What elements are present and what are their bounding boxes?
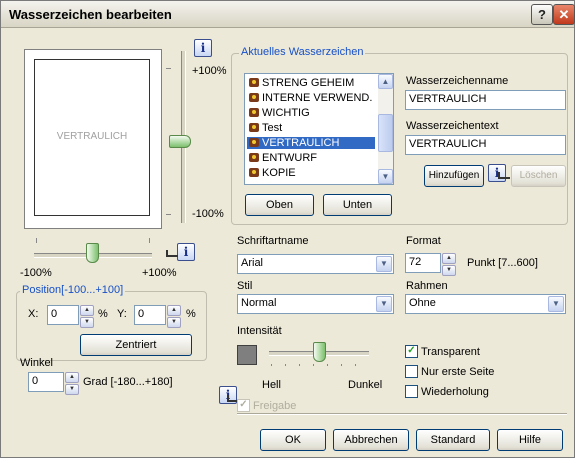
- font-size-spinner[interactable]: ▲ ▼: [442, 253, 456, 276]
- hslider-min-label: -100%: [20, 267, 52, 279]
- info-pointer-icon: [166, 250, 178, 257]
- help-button[interactable]: Hilfe: [497, 429, 563, 451]
- y-position-spinner[interactable]: ▲ ▼: [167, 305, 181, 328]
- angle-unit-label: Grad [-180...+180]: [83, 376, 173, 388]
- watermark-text-label: Wasserzeichentext: [406, 120, 499, 132]
- standard-button[interactable]: Standard: [416, 429, 490, 451]
- share-checkbox[interactable]: ✓: [237, 399, 250, 412]
- add-button[interactable]: Hinzufügen: [424, 165, 484, 187]
- font-size-input[interactable]: 72: [405, 253, 441, 273]
- ok-button[interactable]: OK: [260, 429, 326, 451]
- watermark-icon: [249, 93, 259, 102]
- hslider-max-label: +100%: [142, 267, 177, 279]
- window-title: Wasserzeichen bearbeiten: [9, 7, 172, 22]
- format-label: Format: [406, 235, 441, 247]
- preview-watermark-text: VERTRAULICH: [56, 131, 128, 142]
- cancel-button[interactable]: Abbrechen: [333, 429, 409, 451]
- x-label: X:: [28, 308, 39, 320]
- y-unit-label: %: [186, 308, 196, 320]
- intensity-swatch: [237, 345, 257, 365]
- share-label: Freigabe: [253, 400, 297, 412]
- delete-button[interactable]: Löschen: [511, 165, 566, 187]
- angle-input[interactable]: 0: [28, 372, 64, 392]
- position-legend: Position[-100...+100]: [20, 284, 126, 296]
- font-size-unit-label: Punkt [7...600]: [467, 257, 538, 269]
- watermark-icon: [249, 153, 259, 162]
- close-button[interactable]: ✕: [553, 4, 575, 25]
- x-position-input[interactable]: 0: [47, 305, 79, 325]
- font-label: Schriftartname: [237, 235, 309, 247]
- watermark-name-input[interactable]: VERTRAULICH: [405, 90, 566, 110]
- vslider-max-label: +100%: [192, 65, 227, 77]
- vslider-tick: [166, 68, 171, 69]
- list-item[interactable]: INTERNE VERWEND.: [247, 92, 375, 104]
- list-item[interactable]: ENTWURF: [247, 152, 375, 164]
- chevron-down-icon[interactable]: ▼: [376, 296, 392, 312]
- watermark-text-input[interactable]: VERTRAULICH: [405, 135, 566, 155]
- style-label: Stil: [237, 280, 253, 292]
- frame-label: Rahmen: [406, 280, 448, 292]
- move-up-button[interactable]: Oben: [245, 194, 314, 216]
- y-label: Y:: [117, 308, 127, 320]
- watermark-list[interactable]: STRENG GEHEIM INTERNE VERWEND. WICHTIG T…: [244, 73, 394, 185]
- intensity-slider-thumb[interactable]: [313, 342, 326, 362]
- transparent-label: Transparent: [421, 346, 480, 358]
- repeat-label: Wiederholung: [421, 386, 489, 398]
- horizontal-slider-thumb[interactable]: [86, 243, 99, 263]
- list-item[interactable]: Test: [247, 122, 375, 134]
- intensity-label: Intensität: [237, 325, 282, 337]
- watermark-name-label: Wasserzeichenname: [406, 75, 509, 87]
- transparent-checkbox[interactable]: ✓: [405, 345, 418, 358]
- font-select[interactable]: Arial ▼: [237, 254, 394, 274]
- move-down-button[interactable]: Unten: [323, 194, 392, 216]
- vslider-min-label: -100%: [192, 208, 224, 220]
- hslider-tick: [36, 238, 37, 243]
- watermark-icon: [249, 168, 259, 177]
- info-icon-horizontal[interactable]: i: [177, 243, 195, 261]
- title-bar: Wasserzeichen bearbeiten ? ✕: [1, 1, 575, 28]
- current-watermark-legend: Aktuelles Wasserzeichen: [239, 46, 366, 58]
- vslider-tick: [166, 214, 171, 215]
- style-select[interactable]: Normal ▼: [237, 294, 394, 314]
- repeat-checkbox[interactable]: [405, 385, 418, 398]
- scrollbar-thumb[interactable]: [378, 114, 393, 152]
- chevron-down-icon[interactable]: ▼: [548, 296, 564, 312]
- list-item[interactable]: STRENG GEHEIM: [247, 77, 375, 89]
- list-item-selected[interactable]: VERTRAULICH: [247, 137, 375, 149]
- first-page-only-label: Nur erste Seite: [421, 366, 495, 378]
- list-item[interactable]: WICHTIG: [247, 107, 375, 119]
- frame-select[interactable]: Ohne ▼: [405, 294, 566, 314]
- chevron-down-icon[interactable]: ▼: [376, 256, 392, 272]
- footer-divider: [237, 413, 567, 415]
- intensity-ticks: [271, 364, 369, 366]
- vertical-slider-thumb[interactable]: [169, 135, 191, 148]
- info-pointer-icon: [498, 172, 510, 179]
- dialog-window: Wasserzeichen bearbeiten ? ✕ VERTRAULICH…: [0, 0, 575, 458]
- intensity-light-label: Hell: [262, 379, 281, 391]
- first-page-only-checkbox[interactable]: [405, 365, 418, 378]
- list-item[interactable]: KOPIE: [247, 167, 375, 179]
- angle-spinner[interactable]: ▲ ▼: [65, 372, 79, 395]
- scroll-down-icon[interactable]: ▼: [378, 169, 393, 184]
- hslider-tick: [149, 238, 150, 243]
- x-position-spinner[interactable]: ▲ ▼: [80, 305, 94, 328]
- center-button[interactable]: Zentriert: [80, 334, 192, 356]
- watermark-icon: [249, 78, 259, 87]
- watermark-icon: [249, 123, 259, 132]
- y-position-input[interactable]: 0: [134, 305, 166, 325]
- help-title-button[interactable]: ?: [531, 4, 553, 25]
- info-icon-vertical[interactable]: i: [194, 39, 212, 57]
- list-scrollbar[interactable]: ▲ ▼: [378, 74, 393, 184]
- angle-label: Winkel: [20, 357, 54, 369]
- x-unit-label: %: [98, 308, 108, 320]
- scroll-up-icon[interactable]: ▲: [378, 74, 393, 89]
- watermark-icon: [249, 138, 259, 147]
- watermark-icon: [249, 108, 259, 117]
- intensity-dark-label: Dunkel: [348, 379, 383, 391]
